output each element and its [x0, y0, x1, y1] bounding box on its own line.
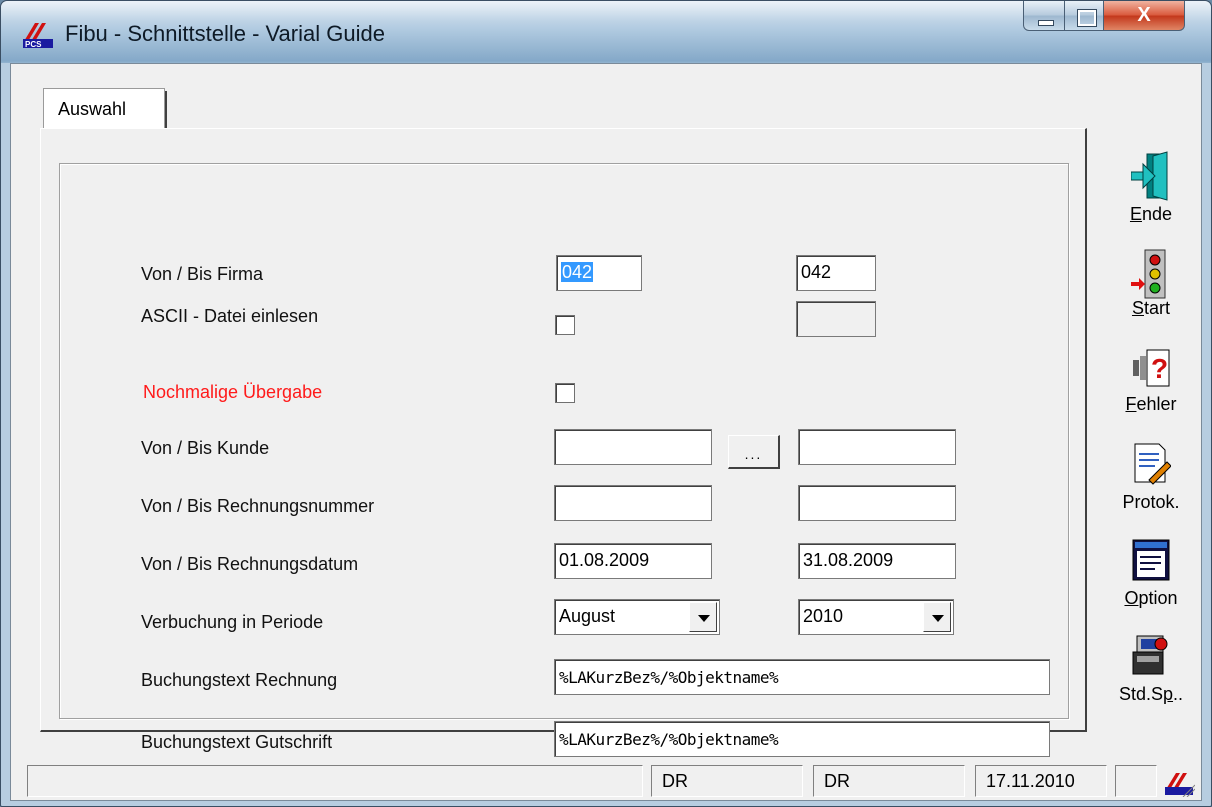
status-panel-extra	[1115, 765, 1157, 797]
text-rechnung-label: Buchungstext Rechnung	[141, 670, 338, 690]
client-area: Auswahl Von / Bis Firma 042 042 ASCII - …	[10, 63, 1202, 801]
rechnungsnummer-label: Von / Bis Rechnungsnummer	[141, 496, 375, 516]
firma-label: Von / Bis Firma	[141, 264, 264, 284]
standard-save-icon	[1132, 635, 1168, 675]
application-window: PCS Fibu - Schnittstelle - Varial Guide …	[0, 0, 1212, 807]
nochmalig-checkbox[interactable]	[555, 383, 575, 403]
rechnungsdatum-from-input[interactable]: 01.08.2009	[554, 543, 712, 579]
tab-auswahl[interactable]: Auswahl	[43, 88, 167, 131]
kunde-to-input[interactable]	[798, 429, 956, 465]
ascii-path-input[interactable]	[796, 301, 876, 337]
firma-from-input[interactable]: 042	[556, 255, 642, 291]
status-panel-user1: DR	[651, 765, 803, 797]
traffic-light-icon	[1131, 249, 1166, 299]
pcs-logo-icon	[1165, 773, 1195, 797]
maximize-button[interactable]	[1064, 1, 1104, 31]
fehler-button[interactable]: ? Fehler	[1109, 346, 1193, 438]
ascii-checkbox[interactable]	[555, 315, 575, 335]
protok-button[interactable]: Protok.	[1109, 442, 1193, 534]
kunde-label: Von / Bis Kunde	[141, 438, 270, 458]
minimize-button[interactable]	[1023, 1, 1065, 31]
text-gutschrift-label: Buchungstext Gutschrift	[141, 732, 333, 752]
close-icon: X	[1137, 4, 1151, 26]
status-panel-user2: DR	[813, 765, 965, 797]
kunde-from-input[interactable]	[554, 429, 712, 465]
periode-year-select[interactable]: 2010	[798, 599, 954, 635]
kunde-browse-button[interactable]: ...	[728, 435, 780, 469]
protocol-document-icon	[1134, 443, 1171, 485]
status-panel-date: 17.11.2010	[975, 765, 1107, 797]
close-button[interactable]: X	[1103, 1, 1185, 31]
start-button[interactable]: Start	[1109, 248, 1193, 340]
title-bar[interactable]: PCS Fibu - Schnittstelle - Varial Guide …	[1, 1, 1211, 63]
status-bar: DR DR 17.11.2010	[11, 761, 1201, 800]
tab-page-auswahl: Von / Bis Firma 042 042 ASCII - Datei ei…	[40, 128, 1087, 757]
exit-door-icon	[1131, 151, 1168, 201]
svg-text:?: ?	[1151, 353, 1168, 384]
chevron-down-icon[interactable]	[923, 602, 951, 632]
ascii-label: ASCII - Datei einlesen	[141, 306, 319, 326]
option-button[interactable]: Option	[1109, 538, 1193, 630]
nochmalig-label: Nochmalige Übergabe	[143, 382, 323, 402]
window-title: Fibu - Schnittstelle - Varial Guide	[65, 21, 385, 46]
periode-label: Verbuchung in Periode	[141, 612, 324, 632]
ende-button[interactable]: Ende	[1109, 150, 1193, 242]
text-rechnung-input[interactable]: %LAKurzBez%/%Objektname%	[554, 659, 1050, 695]
rechnungsdatum-to-input[interactable]: 31.08.2009	[798, 543, 956, 579]
selection-group-box: Von / Bis Firma 042 042 ASCII - Datei ei…	[59, 163, 1069, 757]
text-gutschrift-input[interactable]: %LAKurzBez%/%Objektname%	[554, 721, 1050, 757]
svg-text:PCS: PCS	[25, 40, 42, 49]
pcs-app-icon: PCS	[23, 23, 53, 49]
firma-to-input[interactable]: 042	[796, 255, 876, 291]
chevron-down-icon[interactable]	[689, 602, 717, 632]
periode-month-select[interactable]: August	[554, 599, 720, 635]
rechnungsdatum-label: Von / Bis Rechnungsdatum	[141, 554, 359, 574]
rechnungsnummer-to-input[interactable]	[798, 485, 956, 521]
options-window-icon	[1132, 539, 1170, 581]
rechnungsnummer-from-input[interactable]	[554, 485, 712, 521]
error-help-icon: ?	[1133, 349, 1170, 387]
stdsp-button[interactable]: Std.Sp..	[1109, 634, 1193, 726]
status-panel-message	[27, 765, 643, 797]
